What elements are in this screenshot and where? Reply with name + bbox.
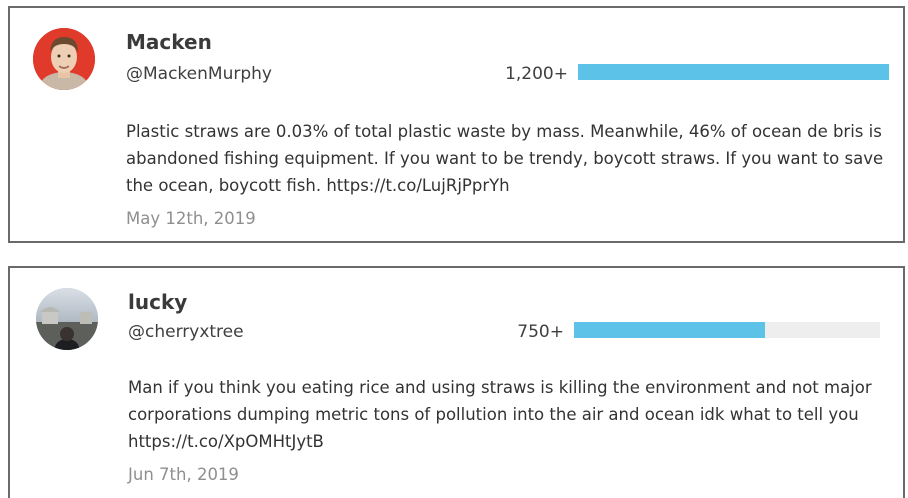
user-handle[interactable]: @cherryxtree [128, 322, 244, 342]
engagement-bar [574, 322, 880, 338]
engagement-bar [578, 64, 889, 80]
tweet-text: Plastic straws are 0.03% of total plasti… [126, 122, 884, 195]
tweet-date: May 12th, 2019 [126, 209, 256, 228]
tweet-text: Man if you think you eating rice and usi… [128, 378, 872, 451]
user-handle[interactable]: @MackenMurphy [126, 64, 272, 84]
avatar-macken-icon [33, 28, 95, 90]
tweet-card[interactable]: lucky @cherryxtree 750+ Man if you think… [8, 266, 905, 498]
tweet-card[interactable]: Macken @MackenMurphy 1,200+ Plastic stra… [8, 6, 905, 243]
avatar[interactable] [36, 288, 98, 350]
display-name[interactable]: Macken [126, 30, 212, 54]
tweet-date: Jun 7th, 2019 [128, 465, 239, 484]
engagement-bar-fill [574, 322, 766, 338]
display-name[interactable]: lucky [128, 290, 187, 314]
engagement-count: 750+ [517, 322, 564, 342]
tweet-list: Macken @MackenMurphy 1,200+ Plastic stra… [0, 0, 908, 498]
avatar-lucky-icon [36, 288, 98, 350]
engagement-bar-fill [578, 64, 889, 80]
avatar[interactable] [33, 28, 95, 90]
engagement-count: 1,200+ [505, 64, 568, 84]
